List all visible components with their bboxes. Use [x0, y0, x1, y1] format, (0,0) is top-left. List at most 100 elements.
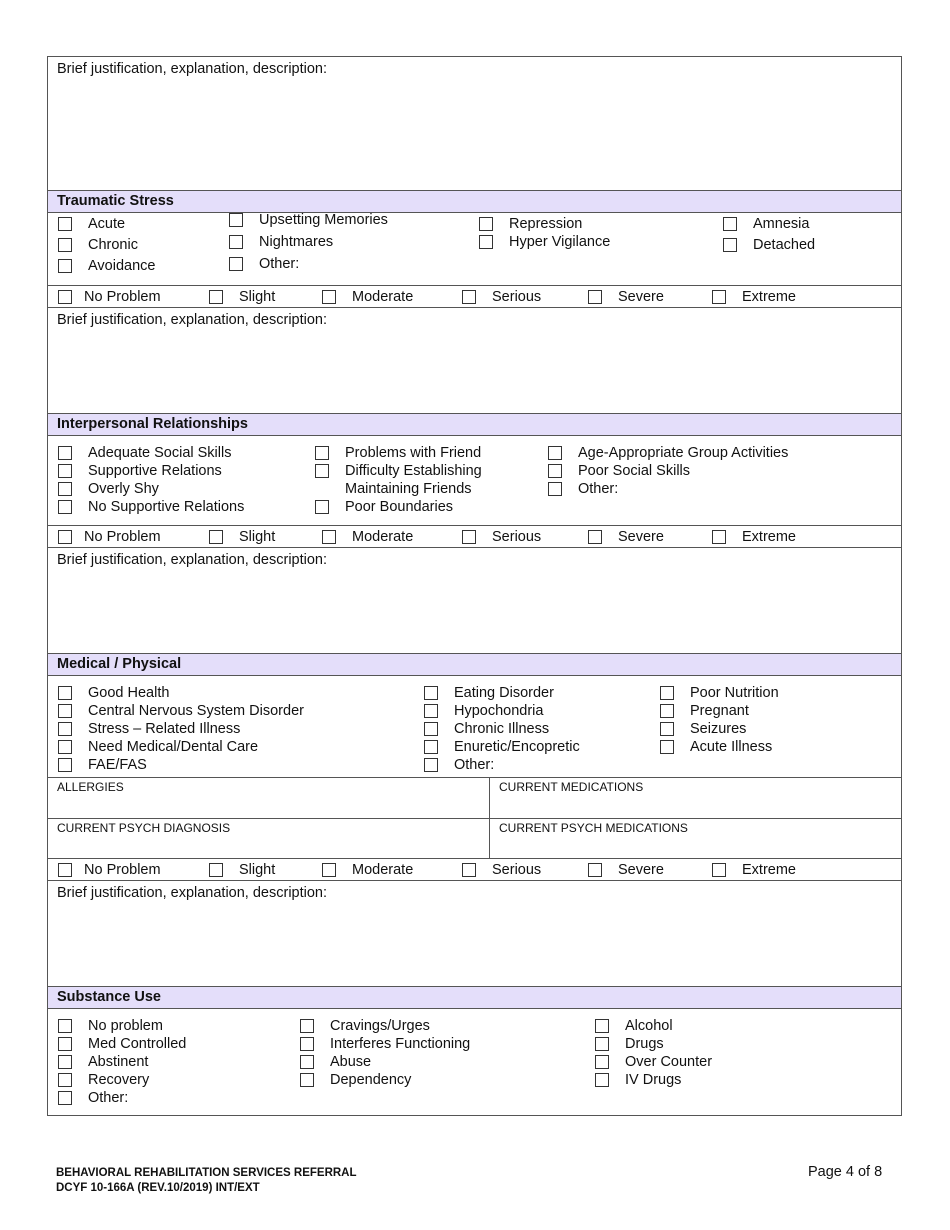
footer-form-number: DCYF 10-166A (REV.10/2019) INT/EXT	[56, 1182, 260, 1194]
checkbox[interactable]	[58, 686, 72, 700]
checkbox[interactable]	[58, 758, 72, 772]
checkbox-label: Seizures	[690, 721, 747, 737]
checkbox[interactable]	[300, 1019, 314, 1033]
radio-checkbox[interactable]	[322, 290, 336, 304]
checkbox[interactable]	[548, 446, 562, 460]
checkbox[interactable]	[229, 213, 243, 227]
checkbox[interactable]	[479, 217, 493, 231]
checkbox[interactable]	[723, 217, 737, 231]
radio-checkbox[interactable]	[588, 530, 602, 544]
section-header-substance: Substance Use	[48, 986, 901, 1009]
checkbox[interactable]	[315, 500, 329, 514]
checkbox[interactable]	[300, 1037, 314, 1051]
checkbox[interactable]	[300, 1073, 314, 1087]
checkbox-label: Central Nervous System Disorder	[88, 703, 304, 719]
radio-checkbox[interactable]	[209, 863, 223, 877]
radio-checkbox[interactable]	[712, 863, 726, 877]
checkbox[interactable]	[58, 1019, 72, 1033]
checkbox-label: Chronic Illness	[454, 721, 550, 737]
checkbox[interactable]	[58, 464, 72, 478]
checkbox[interactable]	[58, 500, 72, 514]
checkbox-label: Overly Shy	[88, 481, 159, 497]
checkbox-label: Upsetting Memories	[259, 212, 388, 228]
checkbox[interactable]	[424, 686, 438, 700]
current-medications-field[interactable]	[490, 778, 901, 818]
psych-medications-field[interactable]	[490, 819, 901, 858]
severity-label: No Problem	[84, 862, 161, 878]
interpersonal-justification-textarea[interactable]	[48, 569, 901, 652]
checkbox[interactable]	[58, 1037, 72, 1051]
checkbox[interactable]	[548, 464, 562, 478]
checkbox-label: Stress – Related Illness	[88, 721, 241, 737]
page-number: Page 4 of 8	[808, 1164, 883, 1180]
checkbox[interactable]	[58, 704, 72, 718]
checkbox-label: No problem	[88, 1018, 163, 1034]
justification-label: Brief justification, explanation, descri…	[57, 61, 328, 77]
checkbox-label: Poor Boundaries	[345, 499, 454, 515]
checkbox-label: Amnesia	[753, 216, 810, 232]
severity-label: Moderate	[352, 289, 414, 305]
checkbox[interactable]	[300, 1055, 314, 1069]
checkbox[interactable]	[595, 1019, 609, 1033]
severity-label: Moderate	[352, 862, 414, 878]
checkbox-label: Eating Disorder	[454, 685, 554, 701]
checkbox[interactable]	[595, 1037, 609, 1051]
psych-diagnosis-field[interactable]	[48, 819, 489, 858]
checkbox[interactable]	[58, 446, 72, 460]
checkbox[interactable]	[595, 1073, 609, 1087]
severity-label: Serious	[492, 289, 542, 305]
radio-checkbox[interactable]	[712, 290, 726, 304]
checkbox[interactable]	[723, 238, 737, 252]
checkbox[interactable]	[58, 1073, 72, 1087]
allergies-field[interactable]	[48, 778, 489, 818]
checkbox[interactable]	[424, 704, 438, 718]
radio-checkbox[interactable]	[322, 863, 336, 877]
checkbox[interactable]	[660, 722, 674, 736]
checkbox[interactable]	[58, 217, 72, 231]
checkbox[interactable]	[660, 686, 674, 700]
severity-label: Severe	[618, 289, 664, 305]
severity-label: No Problem	[84, 529, 161, 545]
checkbox-label: Alcohol	[625, 1018, 673, 1034]
radio-checkbox[interactable]	[712, 530, 726, 544]
radio-checkbox[interactable]	[209, 530, 223, 544]
checkbox-label: Other:	[259, 256, 300, 272]
checkbox[interactable]	[229, 235, 243, 249]
checkbox[interactable]	[58, 1091, 72, 1105]
checkbox[interactable]	[58, 722, 72, 736]
checkbox-label: Other:	[88, 1090, 129, 1106]
traumatic-stress-justification-textarea[interactable]	[48, 329, 901, 412]
medical-justification-textarea[interactable]	[48, 902, 901, 985]
checkbox[interactable]	[315, 446, 329, 460]
radio-checkbox[interactable]	[462, 863, 476, 877]
checkbox[interactable]	[479, 235, 493, 249]
radio-checkbox[interactable]	[462, 290, 476, 304]
radio-checkbox[interactable]	[58, 290, 72, 304]
severity-label: Extreme	[742, 289, 796, 305]
checkbox[interactable]	[58, 482, 72, 496]
checkbox[interactable]	[660, 740, 674, 754]
checkbox[interactable]	[229, 257, 243, 271]
checkbox[interactable]	[315, 464, 329, 478]
checkbox[interactable]	[424, 740, 438, 754]
checkbox-label: Pregnant	[690, 703, 749, 719]
checkbox[interactable]	[58, 259, 72, 273]
checkbox[interactable]	[595, 1055, 609, 1069]
radio-checkbox[interactable]	[462, 530, 476, 544]
radio-checkbox[interactable]	[322, 530, 336, 544]
section-header-interpersonal: Interpersonal Relationships	[48, 413, 901, 436]
radio-checkbox[interactable]	[209, 290, 223, 304]
justification-textarea-prev[interactable]	[48, 77, 901, 189]
checkbox[interactable]	[424, 722, 438, 736]
radio-checkbox[interactable]	[588, 290, 602, 304]
checkbox[interactable]	[660, 704, 674, 718]
radio-checkbox[interactable]	[58, 530, 72, 544]
checkbox-label: Hypochondria	[454, 703, 544, 719]
radio-checkbox[interactable]	[58, 863, 72, 877]
checkbox[interactable]	[424, 758, 438, 772]
radio-checkbox[interactable]	[588, 863, 602, 877]
checkbox[interactable]	[58, 1055, 72, 1069]
checkbox[interactable]	[58, 238, 72, 252]
checkbox[interactable]	[548, 482, 562, 496]
checkbox[interactable]	[58, 740, 72, 754]
